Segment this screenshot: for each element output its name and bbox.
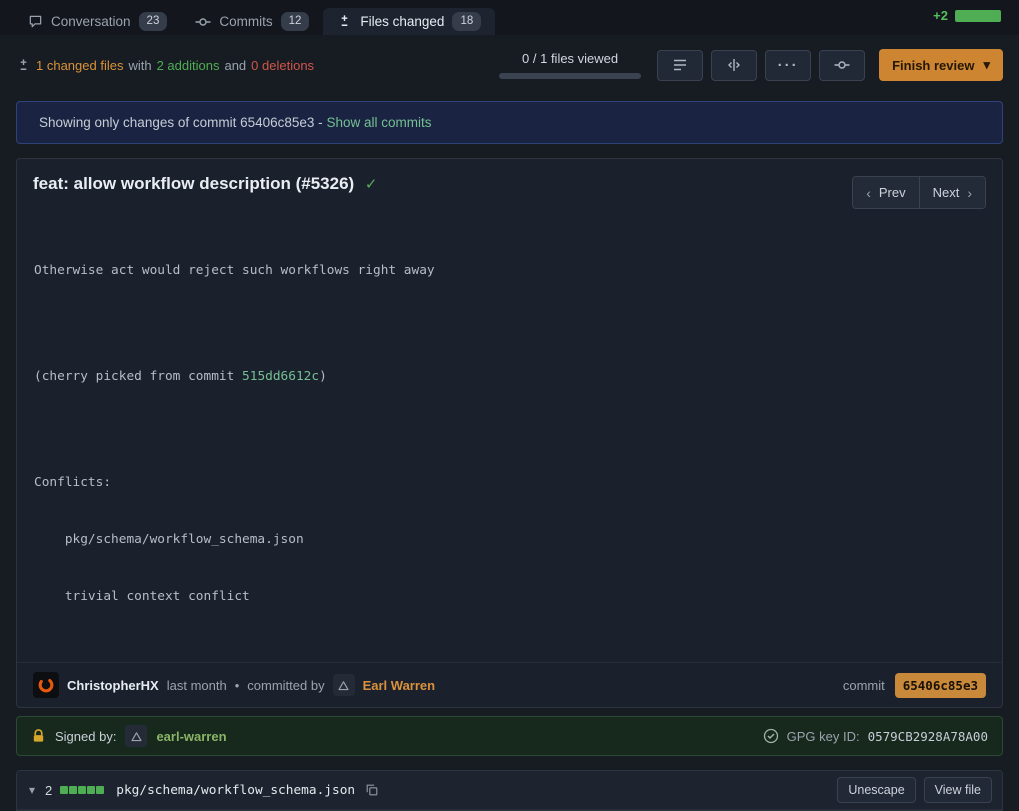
commit-message-line: trivial context conflict (34, 587, 985, 606)
chevron-right-icon: › (967, 186, 972, 200)
commit-card: feat: allow workflow description (#5326)… (16, 158, 1003, 708)
prev-commit-button[interactable]: ‹ Prev (853, 177, 918, 208)
tab-label: Commits (219, 14, 272, 29)
finish-review-button[interactable]: Finish review ▾ (879, 49, 1003, 81)
diff-icon (337, 14, 352, 29)
committed-by-label: committed by (247, 678, 324, 693)
chevron-left-icon: ‹ (866, 186, 871, 200)
commit-message: Otherwise act would reject such workflow… (17, 211, 1002, 662)
deletions-count: 0 deletions (251, 58, 314, 73)
diff-summary-icon (16, 58, 31, 73)
conversation-count-badge: 23 (139, 12, 168, 30)
signed-bar: Signed by: earl-warren GPG key ID: 0579C… (16, 716, 1003, 756)
commit-label: commit (843, 678, 885, 693)
lock-icon (31, 728, 46, 744)
commits-count-badge: 12 (281, 12, 310, 30)
committer-avatar[interactable] (333, 674, 355, 696)
ci-success-check-icon[interactable]: ✓ (365, 176, 378, 193)
files-count-badge: 18 (452, 12, 481, 30)
view-file-button[interactable]: View file (924, 777, 992, 803)
commit-select-button[interactable] (819, 50, 865, 81)
diffstat-added-label: +2 (933, 8, 948, 23)
tab-label: Files changed (360, 14, 444, 29)
show-all-commits-link[interactable]: Show all commits (326, 115, 431, 130)
changed-files-count: 1 changed files (36, 58, 123, 73)
gpg-key-value: 0579CB2928A78A00 (868, 729, 988, 744)
diff-toolbar: 1 changed files with 2 additions and 0 d… (0, 35, 1019, 93)
commit-filter-banner: Showing only changes of commit 65406c85e… (16, 101, 1003, 144)
signed-by-label: Signed by: (55, 729, 116, 744)
commit-title: feat: allow workflow description (#5326) (33, 174, 354, 193)
commit-author-row: ChristopherHX last month • committed by … (17, 662, 1002, 707)
tab-files-changed[interactable]: Files changed 18 (323, 8, 495, 35)
tab-conversation[interactable]: Conversation 23 (14, 8, 181, 35)
commit-time: last month (167, 678, 227, 693)
split-unified-toggle-button[interactable] (711, 50, 757, 81)
changed-files-summary: 1 changed files with 2 additions and 0 d… (16, 58, 314, 73)
commit-sha-badge[interactable]: 65406c85e3 (895, 673, 986, 698)
commit-message-line: Otherwise act would reject such workflow… (34, 261, 985, 280)
file-changes-count: 2 (45, 783, 52, 798)
commit-message-line: Conflicts: (34, 473, 985, 492)
file-diffstat-bar (60, 786, 104, 794)
committer-name[interactable]: Earl Warren (363, 678, 436, 693)
dot-separator: • (235, 678, 240, 693)
copy-path-icon[interactable] (365, 783, 379, 797)
commit-hash-link[interactable]: 515dd6612c (242, 369, 319, 384)
file-collapse-chevron[interactable]: ▾ (27, 783, 37, 797)
signer-avatar[interactable] (125, 725, 147, 747)
gpg-key-label: GPG key ID: (787, 729, 860, 744)
commit-message-line: (cherry picked from commit 515dd6612c) (34, 367, 985, 386)
files-viewed-label: 0 / 1 files viewed (522, 51, 618, 66)
author-avatar[interactable] (33, 672, 59, 698)
file-tree-toggle-button[interactable] (657, 50, 703, 81)
additions-count: 2 additions (157, 58, 220, 73)
signer-link[interactable]: earl-warren (156, 729, 226, 744)
diffstat-bar (955, 10, 1001, 22)
diff-options-button[interactable]: ··· (765, 50, 811, 81)
author-name[interactable]: ChristopherHX (67, 678, 159, 693)
file-diff-card: ▾ 2 pkg/schema/workflow_schema.json Unes… (16, 770, 1003, 811)
file-header: ▾ 2 pkg/schema/workflow_schema.json Unes… (17, 771, 1002, 810)
commit-message-line: pkg/schema/workflow_schema.json (34, 530, 985, 549)
tab-commits[interactable]: Commits 12 (181, 8, 323, 35)
gpg-check-icon (763, 728, 779, 744)
dropdown-caret-icon: ▾ (983, 57, 990, 73)
summary-text: and (224, 58, 246, 73)
ellipsis-icon: ··· (778, 57, 799, 74)
file-name[interactable]: pkg/schema/workflow_schema.json (116, 783, 355, 798)
files-viewed-progressbar (499, 73, 641, 79)
pr-tab-bar: Conversation 23 Commits 12 Files changed… (0, 0, 1019, 35)
conversation-icon (28, 14, 43, 29)
commit-pagination: ‹ Prev Next › (852, 176, 986, 209)
banner-text: Showing only changes of commit 65406c85e… (39, 115, 323, 130)
tab-label: Conversation (51, 14, 131, 29)
next-commit-button[interactable]: Next › (919, 177, 985, 208)
diffstat: +2 (933, 8, 1005, 35)
unescape-button[interactable]: Unescape (837, 777, 915, 803)
files-viewed: 0 / 1 files viewed (499, 51, 641, 79)
commit-icon (195, 14, 211, 30)
summary-text: with (128, 58, 151, 73)
